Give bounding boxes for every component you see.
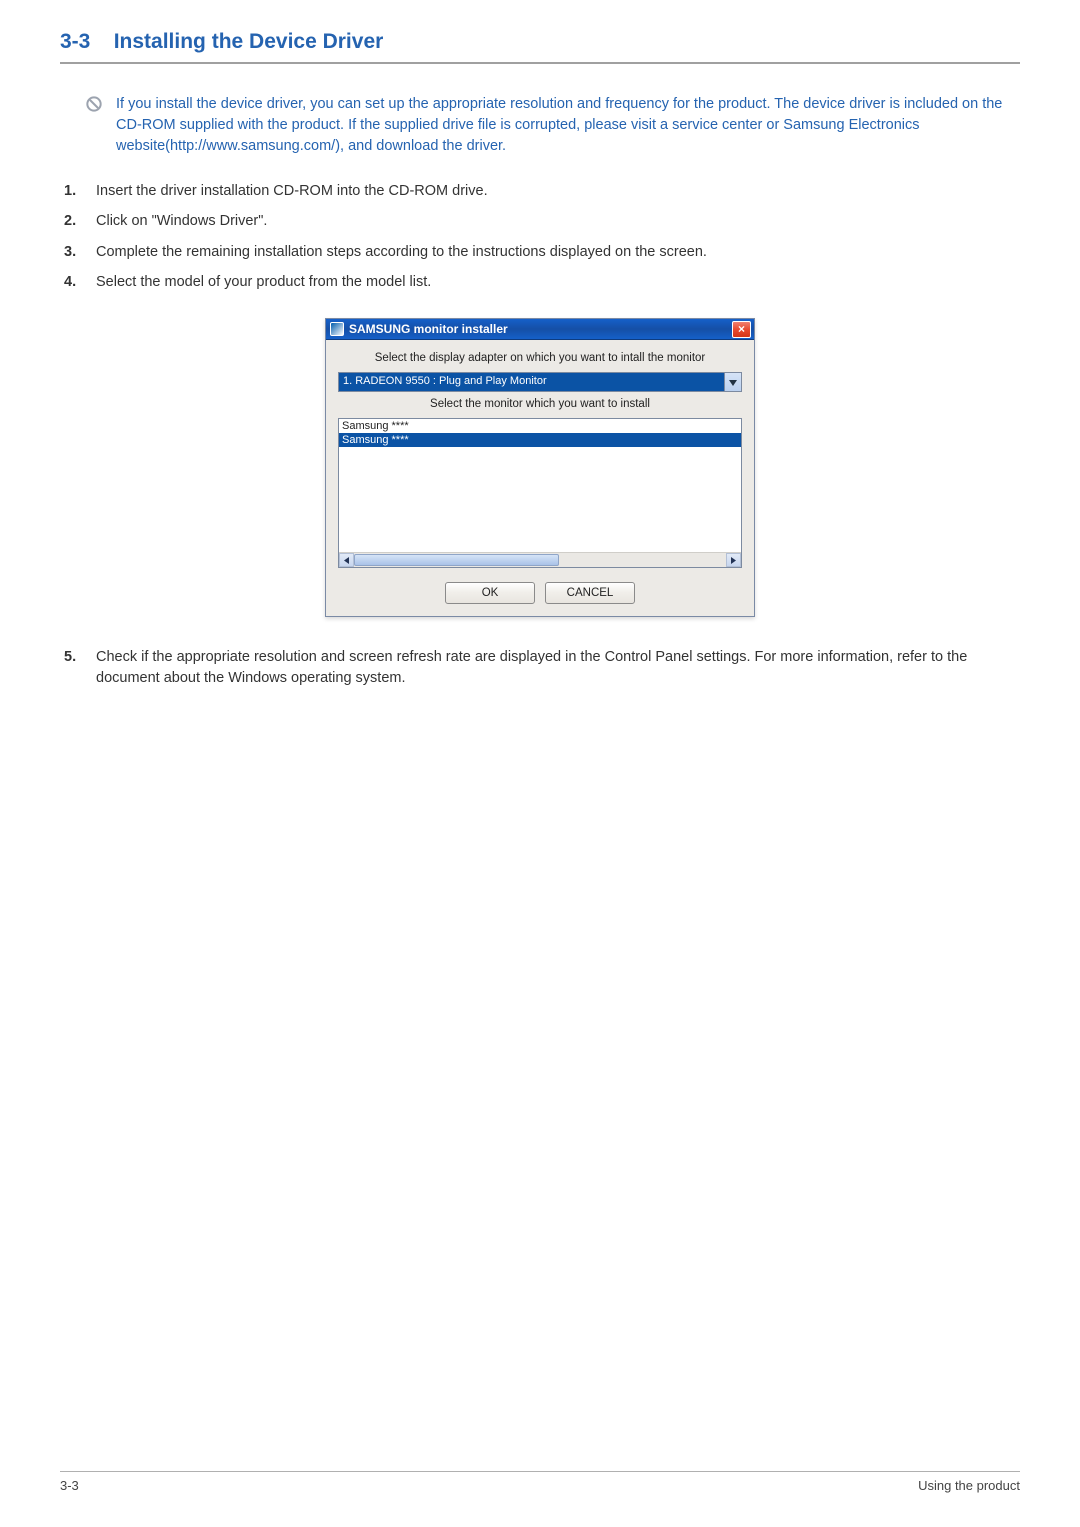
list-item: 4. Select the model of your product from… (64, 272, 1020, 292)
list-item[interactable]: Samsung **** (339, 433, 741, 447)
dropdown-value: 1. RADEON 9550 : Plug and Play Monitor (339, 373, 724, 391)
list-item: 1. Insert the driver installation CD-ROM… (64, 181, 1020, 201)
step-number: 5. (64, 647, 84, 688)
footer-left: 3-3 (60, 1478, 79, 1493)
step-number: 4. (64, 272, 84, 292)
horizontal-scrollbar[interactable] (339, 552, 741, 567)
step-text: Complete the remaining installation step… (96, 242, 707, 262)
step-number: 1. (64, 181, 84, 201)
adapter-prompt: Select the display adapter on which you … (338, 352, 742, 364)
section-number: 3-3 (60, 30, 90, 53)
step-text: Check if the appropriate resolution and … (96, 647, 1020, 688)
chevron-down-icon (729, 375, 737, 389)
scroll-left-button[interactable] (339, 553, 354, 567)
cancel-button[interactable]: CANCEL (545, 582, 635, 604)
list-item: 2. Click on "Windows Driver". (64, 211, 1020, 231)
footer-right: Using the product (918, 1478, 1020, 1493)
info-icon (86, 96, 102, 112)
monitor-listbox[interactable]: Samsung **** Samsung **** (338, 418, 742, 568)
close-icon: × (738, 322, 745, 336)
app-icon (330, 322, 344, 336)
title-bar: SAMSUNG monitor installer × (326, 319, 754, 340)
step-text: Click on "Windows Driver". (96, 211, 267, 231)
list-item: 5. Check if the appropriate resolution a… (64, 647, 1020, 688)
installer-window: SAMSUNG monitor installer × Select the d… (325, 318, 755, 617)
step-list: 1. Insert the driver installation CD-ROM… (64, 181, 1020, 292)
step-number: 3. (64, 242, 84, 262)
window-title: SAMSUNG monitor installer (349, 322, 508, 336)
section-heading: 3-3 Installing the Device Driver (60, 30, 1020, 64)
adapter-dropdown[interactable]: 1. RADEON 9550 : Plug and Play Monitor (338, 372, 742, 392)
step-text: Insert the driver installation CD-ROM in… (96, 181, 488, 201)
list-item: 3. Complete the remaining installation s… (64, 242, 1020, 262)
ok-button[interactable]: OK (445, 582, 535, 604)
step-number: 2. (64, 211, 84, 231)
scroll-track[interactable] (354, 553, 726, 567)
page-footer: 3-3 Using the product (60, 1471, 1020, 1493)
note-block: If you install the device driver, you ca… (86, 94, 1020, 157)
step-text: Select the model of your product from th… (96, 272, 431, 292)
chevron-left-icon (344, 553, 349, 567)
monitor-prompt: Select the monitor which you want to ins… (338, 398, 742, 410)
scroll-right-button[interactable] (726, 553, 741, 567)
dropdown-button[interactable] (724, 373, 741, 391)
scroll-thumb[interactable] (354, 554, 559, 566)
list-item[interactable]: Samsung **** (339, 419, 741, 433)
note-text: If you install the device driver, you ca… (116, 94, 1020, 157)
step-list-continued: 5. Check if the appropriate resolution a… (64, 647, 1020, 688)
chevron-right-icon (731, 553, 736, 567)
section-title: Installing the Device Driver (114, 30, 384, 53)
close-button[interactable]: × (732, 321, 751, 338)
